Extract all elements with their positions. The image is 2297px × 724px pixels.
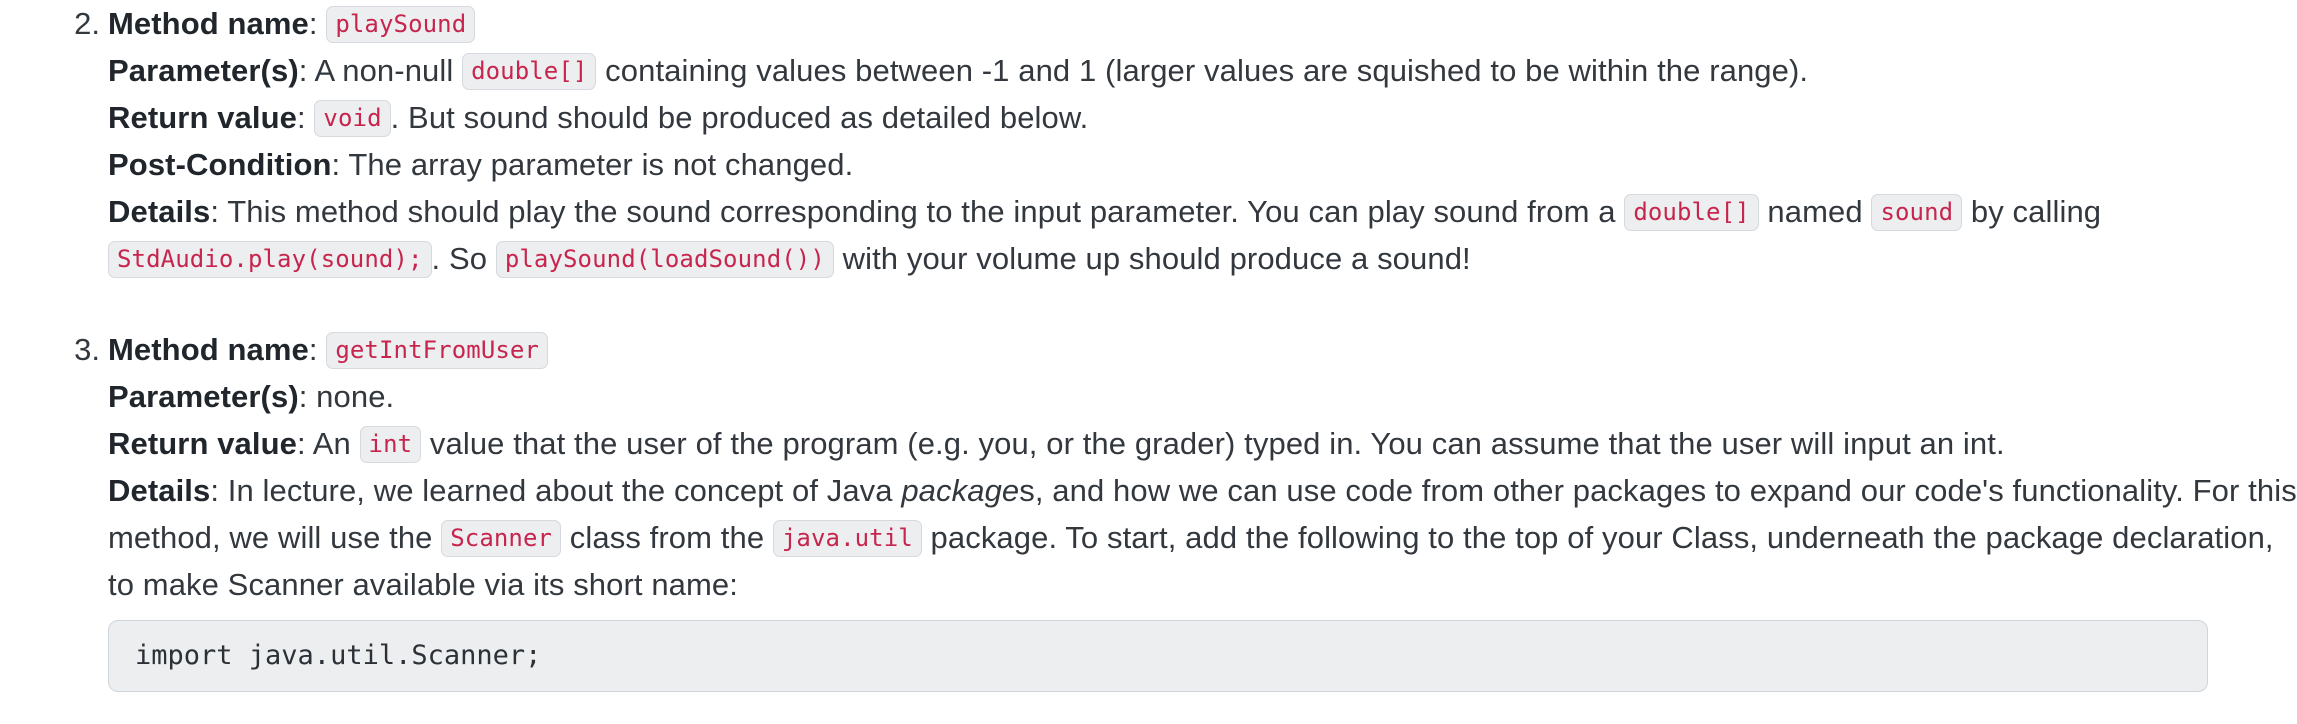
details-label: Details — [108, 194, 211, 229]
details-text-1: : In lecture, we learned about the conce… — [210, 473, 902, 508]
details-code-playsound-loadsound: playSound(loadSound()) — [495, 241, 834, 278]
method-name-label: Method name — [108, 6, 309, 41]
parameters-text: : none. — [298, 379, 395, 414]
method-name-line: Method name: playSound — [108, 0, 2297, 47]
parameters-type-code: double[] — [462, 53, 597, 90]
post-condition-text: : The array parameter is not changed. — [331, 147, 854, 182]
method-spec-list: 2. Method name: playSound Parameter(s): … — [0, 0, 2297, 692]
parameters-text-before: : A non-null — [298, 53, 463, 88]
method-name-label: Method name — [108, 332, 309, 367]
return-type-code: void — [314, 100, 391, 137]
colon-separator: : — [308, 332, 318, 367]
code-block-content: import java.util.Scanner; — [135, 640, 542, 671]
details-text-1: : This method should play the sound corr… — [210, 194, 1625, 229]
code-block-import-scanner: import java.util.Scanner; — [108, 620, 2208, 692]
details-text-4: . So — [431, 241, 496, 276]
details-text-3: by calling — [1962, 194, 2102, 229]
method-name-code: getIntFromUser — [326, 332, 549, 369]
return-value-line: Return value: An int value that the user… — [108, 420, 2297, 467]
details-code-java-util: java.util — [772, 520, 922, 557]
parameters-line: Parameter(s): A non-null double[] contai… — [108, 47, 2297, 94]
details-text-5: with your volume up should produce a sou… — [833, 241, 1471, 276]
list-item-number: 2. — [74, 6, 100, 41]
details-code-sound: sound — [1871, 194, 1963, 231]
details-label: Details — [108, 473, 211, 508]
details-code-double-array: double[] — [1624, 194, 1759, 231]
return-text-before: : — [296, 100, 315, 135]
details-code-stdaudio-play: StdAudio.play(sound); — [108, 241, 432, 278]
details-text-3: class from the — [561, 520, 773, 555]
return-text-before: : An — [296, 426, 360, 461]
return-type-code: int — [359, 426, 422, 463]
return-value-label: Return value — [108, 100, 297, 135]
parameters-text-after: containing values between -1 and 1 (larg… — [596, 53, 1809, 88]
return-text-after: . But sound should be produced as detail… — [390, 100, 1089, 135]
list-item-method-3: 3. Method name: getIntFromUser Parameter… — [0, 326, 2297, 692]
post-condition-line: Post-Condition: The array parameter is n… — [108, 141, 2297, 188]
parameters-line: Parameter(s): none. — [108, 373, 2297, 420]
method-name-line: Method name: getIntFromUser — [108, 326, 2297, 373]
list-item-method-2: 2. Method name: playSound Parameter(s): … — [0, 0, 2297, 282]
return-text-after: value that the user of the program (e.g.… — [421, 426, 2005, 461]
document-page: 2. Method name: playSound Parameter(s): … — [0, 0, 2297, 724]
parameters-label: Parameter(s) — [108, 379, 299, 414]
details-emphasis-package: package — [901, 473, 1020, 508]
return-value-label: Return value — [108, 426, 297, 461]
list-item-number: 3. — [74, 332, 100, 367]
details-line: Details: In lecture, we learned about th… — [108, 467, 2297, 608]
post-condition-label: Post-Condition — [108, 147, 332, 182]
details-line: Details: This method should play the sou… — [108, 188, 2297, 282]
colon-separator: : — [308, 6, 318, 41]
return-value-line: Return value: void. But sound should be … — [108, 94, 2297, 141]
details-text-2: named — [1758, 194, 1872, 229]
parameters-label: Parameter(s) — [108, 53, 299, 88]
details-code-scanner: Scanner — [441, 520, 562, 557]
method-name-code: playSound — [326, 6, 476, 43]
